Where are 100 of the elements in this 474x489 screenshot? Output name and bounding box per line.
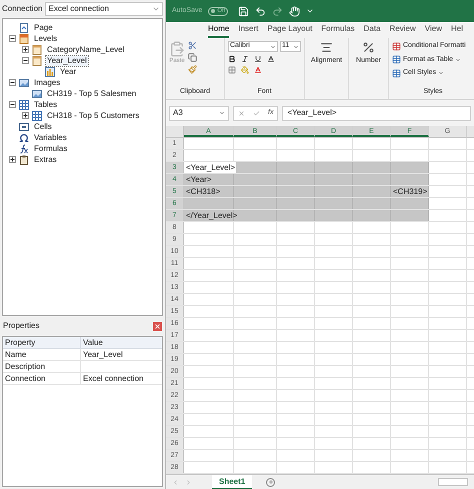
font-color-icon[interactable] bbox=[254, 66, 262, 74]
collapse-toggle[interactable] bbox=[22, 57, 29, 64]
tree-item[interactable]: CH318 - Top 5 Customers bbox=[45, 110, 142, 122]
ribbon-tab[interactable]: Data bbox=[364, 23, 381, 38]
customize-icon[interactable] bbox=[306, 7, 314, 15]
column-header: Value bbox=[82, 337, 104, 348]
name-box[interactable]: A3 bbox=[169, 106, 229, 120]
sheet-tab[interactable]: Sheet1 bbox=[212, 474, 252, 489]
table-icon bbox=[32, 110, 42, 120]
tree-item[interactable]: CH319 - Top 5 Salesmen bbox=[45, 88, 138, 100]
function-icon bbox=[19, 144, 29, 154]
selected-cell[interactable]: <Year> bbox=[184, 174, 234, 185]
copy-icon[interactable] bbox=[188, 53, 197, 62]
tree-item[interactable]: Levels bbox=[32, 32, 60, 44]
collapse-toggle[interactable] bbox=[9, 101, 16, 108]
selected-cell[interactable] bbox=[353, 162, 391, 173]
ribbon-tab[interactable]: Insert bbox=[238, 23, 258, 38]
selected-cell[interactable] bbox=[277, 210, 315, 221]
expand-toggle[interactable] bbox=[22, 112, 29, 119]
selected-cell[interactable] bbox=[277, 162, 315, 173]
tree-item[interactable]: Tables bbox=[32, 98, 60, 110]
tree-item[interactable]: Page bbox=[32, 22, 55, 34]
tree-item[interactable]: CategoryName_Level bbox=[45, 44, 126, 56]
close-button[interactable] bbox=[153, 322, 162, 330]
ribbon-tab[interactable]: View bbox=[424, 23, 442, 38]
level-icon bbox=[32, 56, 42, 66]
tree-item[interactable]: Variables bbox=[32, 132, 69, 144]
tree-item[interactable]: Images bbox=[32, 76, 62, 88]
redo-icon[interactable] bbox=[272, 6, 284, 16]
table-icon bbox=[19, 100, 29, 110]
expand-toggle[interactable] bbox=[9, 156, 16, 163]
previous-sheet-icon[interactable] bbox=[172, 478, 179, 486]
selected-cell[interactable]: <CH318> bbox=[184, 186, 234, 197]
scissors-icon[interactable] bbox=[188, 41, 197, 50]
chevron-down-icon bbox=[219, 110, 225, 116]
selected-cell[interactable] bbox=[315, 186, 353, 197]
save-icon[interactable] bbox=[238, 6, 250, 16]
ribbon-tab[interactable]: Review bbox=[390, 23, 416, 38]
tree-item[interactable]: Extras bbox=[32, 154, 59, 166]
selected-cell[interactable] bbox=[391, 162, 429, 173]
chevron-down-icon bbox=[270, 44, 276, 50]
level-icon bbox=[32, 44, 42, 54]
paintbrush-icon[interactable] bbox=[188, 65, 197, 74]
tree-item[interactable]: Year bbox=[58, 66, 78, 78]
selected-cell[interactable] bbox=[315, 198, 353, 209]
selected-cell[interactable] bbox=[391, 198, 429, 209]
add-sheet-button[interactable] bbox=[266, 478, 276, 486]
connection-dropdown[interactable]: Excel connection bbox=[45, 2, 163, 16]
borders-icon[interactable] bbox=[228, 66, 236, 74]
selected-cell[interactable] bbox=[315, 162, 353, 173]
italic-icon[interactable] bbox=[241, 55, 249, 63]
plus-icon bbox=[268, 479, 274, 485]
ribbon-tab[interactable]: Page Layout bbox=[267, 23, 312, 38]
selected-cell[interactable] bbox=[315, 174, 353, 185]
undo-icon[interactable] bbox=[255, 6, 266, 16]
check-icon[interactable] bbox=[253, 110, 260, 116]
table-cell: Name bbox=[3, 349, 81, 360]
selected-cell[interactable] bbox=[353, 198, 391, 209]
bold-icon[interactable] bbox=[228, 55, 236, 63]
selected-cell[interactable] bbox=[277, 198, 315, 209]
chevron-down-icon bbox=[455, 56, 462, 63]
cell-text: <CH318> bbox=[186, 186, 220, 197]
expand-toggle[interactable] bbox=[22, 46, 29, 53]
omega-icon bbox=[19, 132, 29, 142]
fill-color-icon[interactable] bbox=[241, 66, 249, 74]
align-icon bbox=[320, 41, 333, 54]
selected-cell[interactable] bbox=[234, 174, 277, 185]
next-sheet-icon[interactable] bbox=[185, 478, 192, 486]
chevron-down-icon bbox=[152, 5, 160, 13]
cancel-icon[interactable] bbox=[238, 110, 245, 116]
selected-cell[interactable] bbox=[184, 198, 234, 209]
selected-cell[interactable] bbox=[234, 186, 277, 197]
tree-item[interactable]: Formulas bbox=[32, 142, 70, 154]
touch-icon[interactable] bbox=[289, 6, 300, 16]
table-cell-text: Excel connection bbox=[82, 373, 144, 384]
column-header: Property bbox=[3, 337, 81, 348]
selected-cell[interactable] bbox=[315, 210, 353, 221]
tree-item[interactable]: Year_Level bbox=[45, 54, 89, 66]
collapse-toggle[interactable] bbox=[9, 35, 16, 42]
levels-icon bbox=[19, 34, 29, 44]
selected-cell[interactable] bbox=[234, 162, 277, 173]
clipboard-icon bbox=[19, 154, 29, 164]
selected-cell[interactable] bbox=[353, 174, 391, 185]
selected-cell[interactable] bbox=[353, 210, 391, 221]
formula-bar[interactable]: <Year_Level> bbox=[282, 106, 471, 120]
selected-cell[interactable] bbox=[391, 174, 429, 185]
underline-icon[interactable] bbox=[254, 55, 262, 63]
selected-cell[interactable] bbox=[234, 198, 277, 209]
table-icon bbox=[392, 42, 401, 51]
selected-cell[interactable] bbox=[277, 186, 315, 197]
table-cell-text: Year_Level bbox=[82, 349, 124, 360]
collapse-toggle[interactable] bbox=[9, 79, 16, 86]
selected-cell[interactable] bbox=[353, 186, 391, 197]
ribbon-tab[interactable]: Hel bbox=[450, 23, 463, 38]
horizontal-scrollbar[interactable] bbox=[438, 478, 468, 486]
ribbon-tab[interactable]: Formulas bbox=[321, 23, 355, 38]
tree-item[interactable]: Cells bbox=[32, 120, 54, 132]
close-icon bbox=[154, 322, 161, 330]
selected-cell[interactable] bbox=[391, 210, 429, 221]
selected-cell[interactable] bbox=[277, 174, 315, 185]
